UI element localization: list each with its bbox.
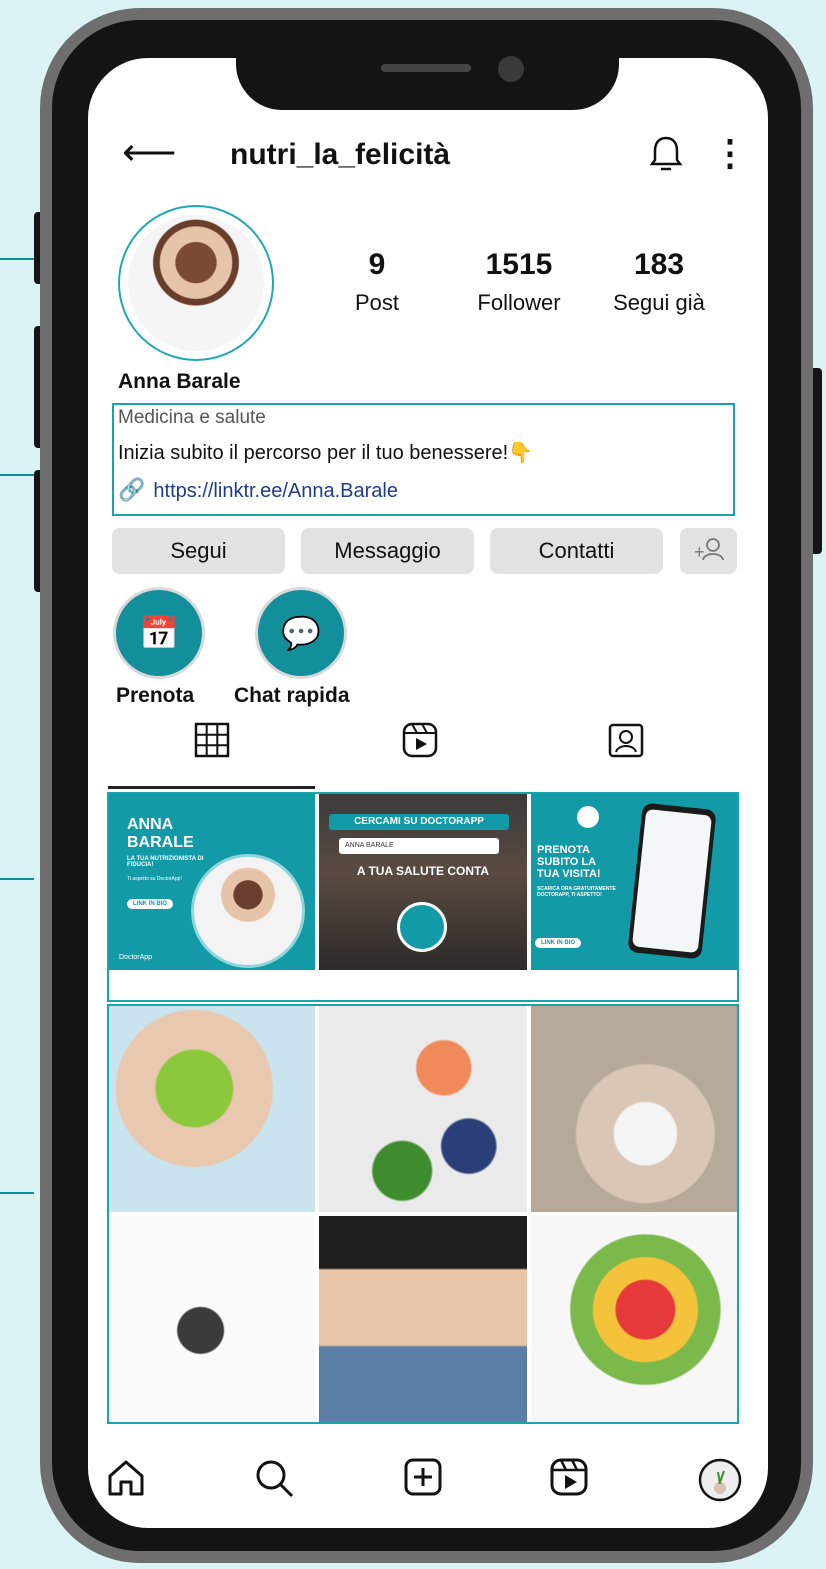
follow-button[interactable]: Segui	[112, 528, 285, 574]
profile-link[interactable]: 🔗 https://linktr.ee/Anna.Barale	[118, 477, 398, 503]
post-tile-3[interactable]: PRENOTA SUBITO LA TUA VISITA! SCARICA OR…	[531, 792, 739, 970]
post-tile-waist[interactable]	[319, 1216, 527, 1424]
post-title-line: BARALE	[127, 834, 194, 851]
create-post-icon[interactable]	[404, 1458, 444, 1498]
grid-tab-icon[interactable]	[194, 722, 230, 758]
bell-icon[interactable]	[648, 134, 684, 172]
reels-tab-icon[interactable]	[402, 722, 438, 758]
post-tile-apple[interactable]	[107, 1006, 315, 1212]
stat-label: Post	[354, 290, 400, 315]
search-icon[interactable]	[254, 1458, 294, 1498]
tagged-tab-icon[interactable]	[608, 722, 644, 758]
post-tile-table[interactable]	[107, 1216, 315, 1424]
stat-value: 183	[633, 248, 685, 281]
stat-followers[interactable]: 1515 Follower	[454, 248, 584, 316]
phone-mockup	[627, 802, 717, 960]
stat-following[interactable]: 183 Segui già	[594, 248, 724, 316]
stat-value: 1515	[485, 248, 553, 281]
post-note: Ti aspetto su DoctorApp!	[127, 876, 182, 882]
notch	[236, 40, 619, 110]
post-title-line: SUBITO LA	[537, 856, 597, 868]
decor-line	[0, 1192, 34, 1194]
post-banner: CERCAMI SU DOCTORAPP	[329, 814, 509, 830]
post-brand: DoctorApp	[119, 954, 153, 961]
back-arrow-icon[interactable]: ⟵	[122, 134, 176, 172]
speaker	[381, 64, 471, 72]
profile-link-text[interactable]: https://linktr.ee/Anna.Barale	[153, 480, 398, 502]
chat-bubbles-icon: 💬	[281, 615, 321, 651]
stat-label: Segui già	[613, 290, 705, 315]
post-title-line: TUA VISITA!	[537, 868, 601, 880]
more-options-icon[interactable]: ⋮	[712, 134, 748, 172]
highlight-prenota[interactable]: 📅	[113, 587, 205, 679]
stat-label: Follower	[477, 290, 561, 315]
profile-username: nutri_la_felicità	[230, 138, 451, 171]
decor-line	[0, 474, 34, 476]
stat-posts[interactable]: 9 Post	[312, 248, 442, 316]
profile-name: Anna Barale	[118, 370, 241, 393]
post-caption: A TUA SALUTE CONTA	[356, 864, 490, 878]
message-button[interactable]: Messaggio	[301, 528, 474, 574]
post-tile-salad[interactable]	[531, 1006, 739, 1212]
post-grid: ANNA BARALE LA TUA NUTRIZIONISTA DI FIDU…	[107, 792, 739, 1424]
decor-line	[0, 258, 34, 260]
post-tile-1[interactable]: ANNA BARALE LA TUA NUTRIZIONISTA DI FIDU…	[107, 792, 315, 970]
active-tab-indicator	[108, 786, 315, 789]
contacts-button[interactable]: Contatti	[490, 528, 663, 574]
post-title: ANNA BARALE	[127, 816, 194, 852]
post-title: PRENOTA SUBITO LA TUA VISITA!	[537, 844, 601, 880]
post-search-bar: ANNA BARALE	[339, 838, 499, 854]
post-link-badge: LINK IN BIO	[127, 899, 173, 909]
post-title-line: PRENOTA	[537, 844, 590, 856]
highlight-label: Chat rapida	[234, 684, 350, 707]
profile-avatar-icon[interactable]	[698, 1458, 742, 1502]
post-tile-food[interactable]	[319, 1006, 527, 1212]
highlight-label: Prenota	[116, 684, 195, 707]
calendar-icon: 📅	[139, 615, 179, 651]
post-tile-2[interactable]: CERCAMI SU DOCTORAPP ANNA BARALE A TUA S…	[319, 792, 527, 970]
post-tile-fruit[interactable]	[531, 1216, 739, 1424]
highlight-chat[interactable]: 💬	[255, 587, 347, 679]
doctorapp-logo-icon	[577, 806, 599, 828]
phone-mockup-screen	[631, 808, 713, 954]
home-icon[interactable]	[106, 1458, 146, 1498]
profile-category: Medicina e salute	[118, 407, 266, 428]
avatar-photo	[128, 215, 264, 351]
reels-icon[interactable]	[550, 1458, 590, 1498]
front-camera	[498, 56, 524, 82]
add-user-button[interactable]: +	[680, 528, 737, 574]
post-link-badge: LINK IN BIO	[535, 938, 581, 948]
location-pin-icon	[397, 902, 447, 952]
post-subtitle: LA TUA NUTRIZIONISTA DI FIDUCIA!	[127, 856, 204, 868]
decor-line	[0, 878, 34, 880]
post-title-line: ANNA	[127, 816, 174, 833]
avatar[interactable]	[118, 205, 274, 361]
stat-value: 9	[368, 248, 386, 281]
post-subtitle: SCARICA ORA GRATUITAMENTE DOCTORAPP, TI …	[537, 886, 616, 898]
post-portrait	[191, 854, 305, 968]
link-icon: 🔗	[118, 477, 146, 502]
profile-bio: Inizia subito il percorso per il tuo ben…	[118, 442, 534, 464]
